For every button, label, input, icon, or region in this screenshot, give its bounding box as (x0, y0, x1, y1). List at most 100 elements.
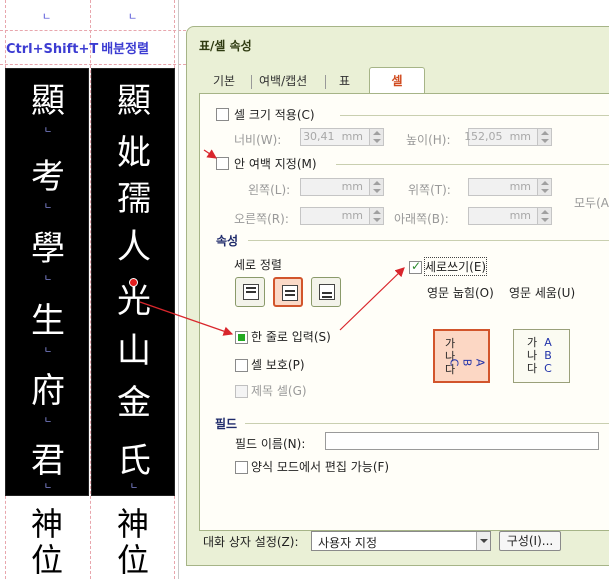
inner-margin-label: 안 여백 지정(M) (234, 157, 317, 171)
all-margin-label: 모두(A) (574, 196, 609, 210)
left-margin-label: 왼쪽(L): (248, 183, 291, 197)
hanja-char: 神 (30, 505, 63, 543)
single-line-checkbox[interactable] (235, 331, 248, 344)
cursor-marker (129, 278, 138, 287)
hanja-char: 顯 (31, 81, 65, 121)
align-top-button[interactable] (235, 277, 265, 307)
tab-table[interactable]: 표 (333, 71, 356, 93)
eng-lying-label: 영문 눕힘(O) (427, 286, 494, 300)
align-middle-icon (282, 285, 298, 301)
paragraph-mark: ㄴ (43, 482, 53, 492)
right-margin-label: 오른쪽(R): (234, 212, 289, 226)
vertical-align-label: 세로 정렬 (234, 258, 282, 272)
paragraph-mark: ㄴ (43, 274, 53, 284)
page-border (178, 0, 179, 579)
title-cell-label: 제목 셀(G) (251, 384, 307, 398)
bottom-margin-input[interactable]: mm (468, 207, 552, 225)
align-top-icon (243, 284, 259, 300)
dialog-setting-select[interactable]: 사용자 지정 (311, 531, 491, 551)
height-input[interactable]: 152,05 mm (464, 128, 552, 146)
hanja-char: 光 (117, 281, 151, 321)
chevron-down-icon[interactable] (476, 532, 490, 550)
hanja-char: 生 (31, 301, 65, 341)
hanja-char: 考 (31, 157, 65, 197)
unit-label: mm (509, 180, 531, 193)
hanja-char: 氏 (117, 441, 151, 481)
vertical-write-label: 세로쓰기(E) (423, 257, 488, 276)
align-middle-button[interactable] (273, 277, 303, 307)
align-bottom-icon (319, 284, 335, 300)
doc-caption: Ctrl+Shift+T 배분정렬 (6, 38, 180, 60)
command-name: 배분정렬 (101, 42, 150, 57)
spin-arrows-icon[interactable] (369, 179, 383, 195)
cell-size-label: 셀 크기 적용(C) (234, 108, 315, 122)
paragraph-mark: ㄴ (42, 12, 52, 23)
field-section-label: 필드 (215, 417, 238, 431)
table-cell-left[interactable]: 顯 ㄴ 考 ㄴ 學 ㄴ 生 ㄴ 府 ㄴ 君 ㄴ (5, 68, 89, 496)
spin-arrows-icon[interactable] (369, 129, 383, 145)
right-margin-input[interactable]: mm (300, 207, 384, 225)
unit-label: mm (341, 209, 363, 222)
width-input[interactable]: 30,41 mm (300, 128, 384, 146)
table-cell-properties-dialog: 표/셀 속성 기본 여백/캡션 표 셀 셀 크기 적용(C) 너비(W): 30… (186, 26, 609, 566)
config-button[interactable]: 구성(I)... (499, 531, 561, 551)
cell-protect-label: 셀 보호(P) (251, 358, 305, 372)
tab-basic[interactable]: 기본 (207, 71, 241, 93)
spin-arrows-icon[interactable] (537, 129, 551, 145)
document-canvas: ㄴ ㄴ Ctrl+Shift+T 배분정렬 顯 ㄴ 考 ㄴ 學 ㄴ 生 ㄴ 府 ㄴ… (0, 0, 186, 579)
paragraph-mark: ㄴ (43, 126, 53, 136)
guide-line (0, 64, 186, 65)
vertical-write-checkbox[interactable] (409, 259, 422, 274)
group-line (340, 115, 609, 116)
hanja-char: 妣 (117, 133, 151, 173)
tab-margin-caption[interactable]: 여백/캡션 (253, 71, 313, 93)
tab-separator (251, 75, 252, 89)
cell-protect-checkbox[interactable] (235, 359, 248, 372)
tab-cell[interactable]: 셀 (369, 67, 425, 94)
paragraph-mark: ㄴ (43, 346, 53, 356)
paragraph-mark: ㄴ (129, 482, 139, 492)
eng-standing-label: 영문 세움(U) (509, 286, 576, 300)
unit-label: mm (341, 180, 363, 193)
dialog-title: 표/셀 속성 (199, 39, 252, 53)
height-label: 높이(H): (406, 133, 451, 147)
group-line (245, 423, 609, 424)
dialog-setting-label: 대화 상자 설정(Z): (203, 535, 299, 549)
inner-margin-checkbox[interactable] (216, 157, 229, 170)
paragraph-mark: ㄴ (43, 202, 53, 212)
hanja-char: 君 (31, 441, 65, 481)
align-bottom-button[interactable] (311, 277, 341, 307)
hanja-char: 府 (31, 371, 65, 411)
height-value: 152,05 mm (464, 130, 531, 143)
hanja-char: 顯 (117, 81, 151, 121)
eng-lying-option[interactable]: 가나다 ABC (433, 329, 490, 383)
guide-line (0, 30, 186, 31)
single-line-label: 한 줄로 입력(S) (251, 330, 331, 344)
paragraph-mark: ㄴ (128, 12, 138, 23)
korean-sample: 가나다 (526, 336, 538, 375)
hanja-char: 位 (30, 541, 63, 579)
paragraph-mark: ㄴ (43, 416, 53, 426)
cell-size-checkbox[interactable] (216, 108, 229, 121)
attributes-section-label: 속성 (216, 234, 239, 248)
title-cell-checkbox[interactable] (235, 385, 248, 398)
eng-standing-option[interactable]: 가나다 ABC (513, 329, 570, 383)
field-name-label: 필드 이름(N): (235, 437, 306, 451)
unit-label: mm (509, 209, 531, 222)
group-line (248, 240, 609, 241)
shortcut-keys: Ctrl+Shift+T (6, 42, 99, 57)
form-edit-checkbox[interactable] (235, 461, 248, 474)
form-edit-label: 양식 모드에서 편집 가능(F) (251, 460, 390, 474)
field-name-input[interactable] (325, 432, 599, 450)
hanja-char: 位 (116, 541, 149, 579)
top-margin-input[interactable]: mm (468, 178, 552, 196)
spin-arrows-icon[interactable] (537, 208, 551, 224)
spin-arrows-icon[interactable] (537, 179, 551, 195)
hanja-char: 神 (116, 505, 149, 543)
hanja-char: 人 (117, 227, 151, 267)
dialog-bottom-bar: 대화 상자 설정(Z): 사용자 지정 구성(I)... (187, 525, 609, 565)
spin-arrows-icon[interactable] (369, 208, 383, 224)
dialog-setting-value: 사용자 지정 (318, 536, 378, 550)
left-margin-input[interactable]: mm (300, 178, 384, 196)
tab-separator (325, 75, 326, 89)
